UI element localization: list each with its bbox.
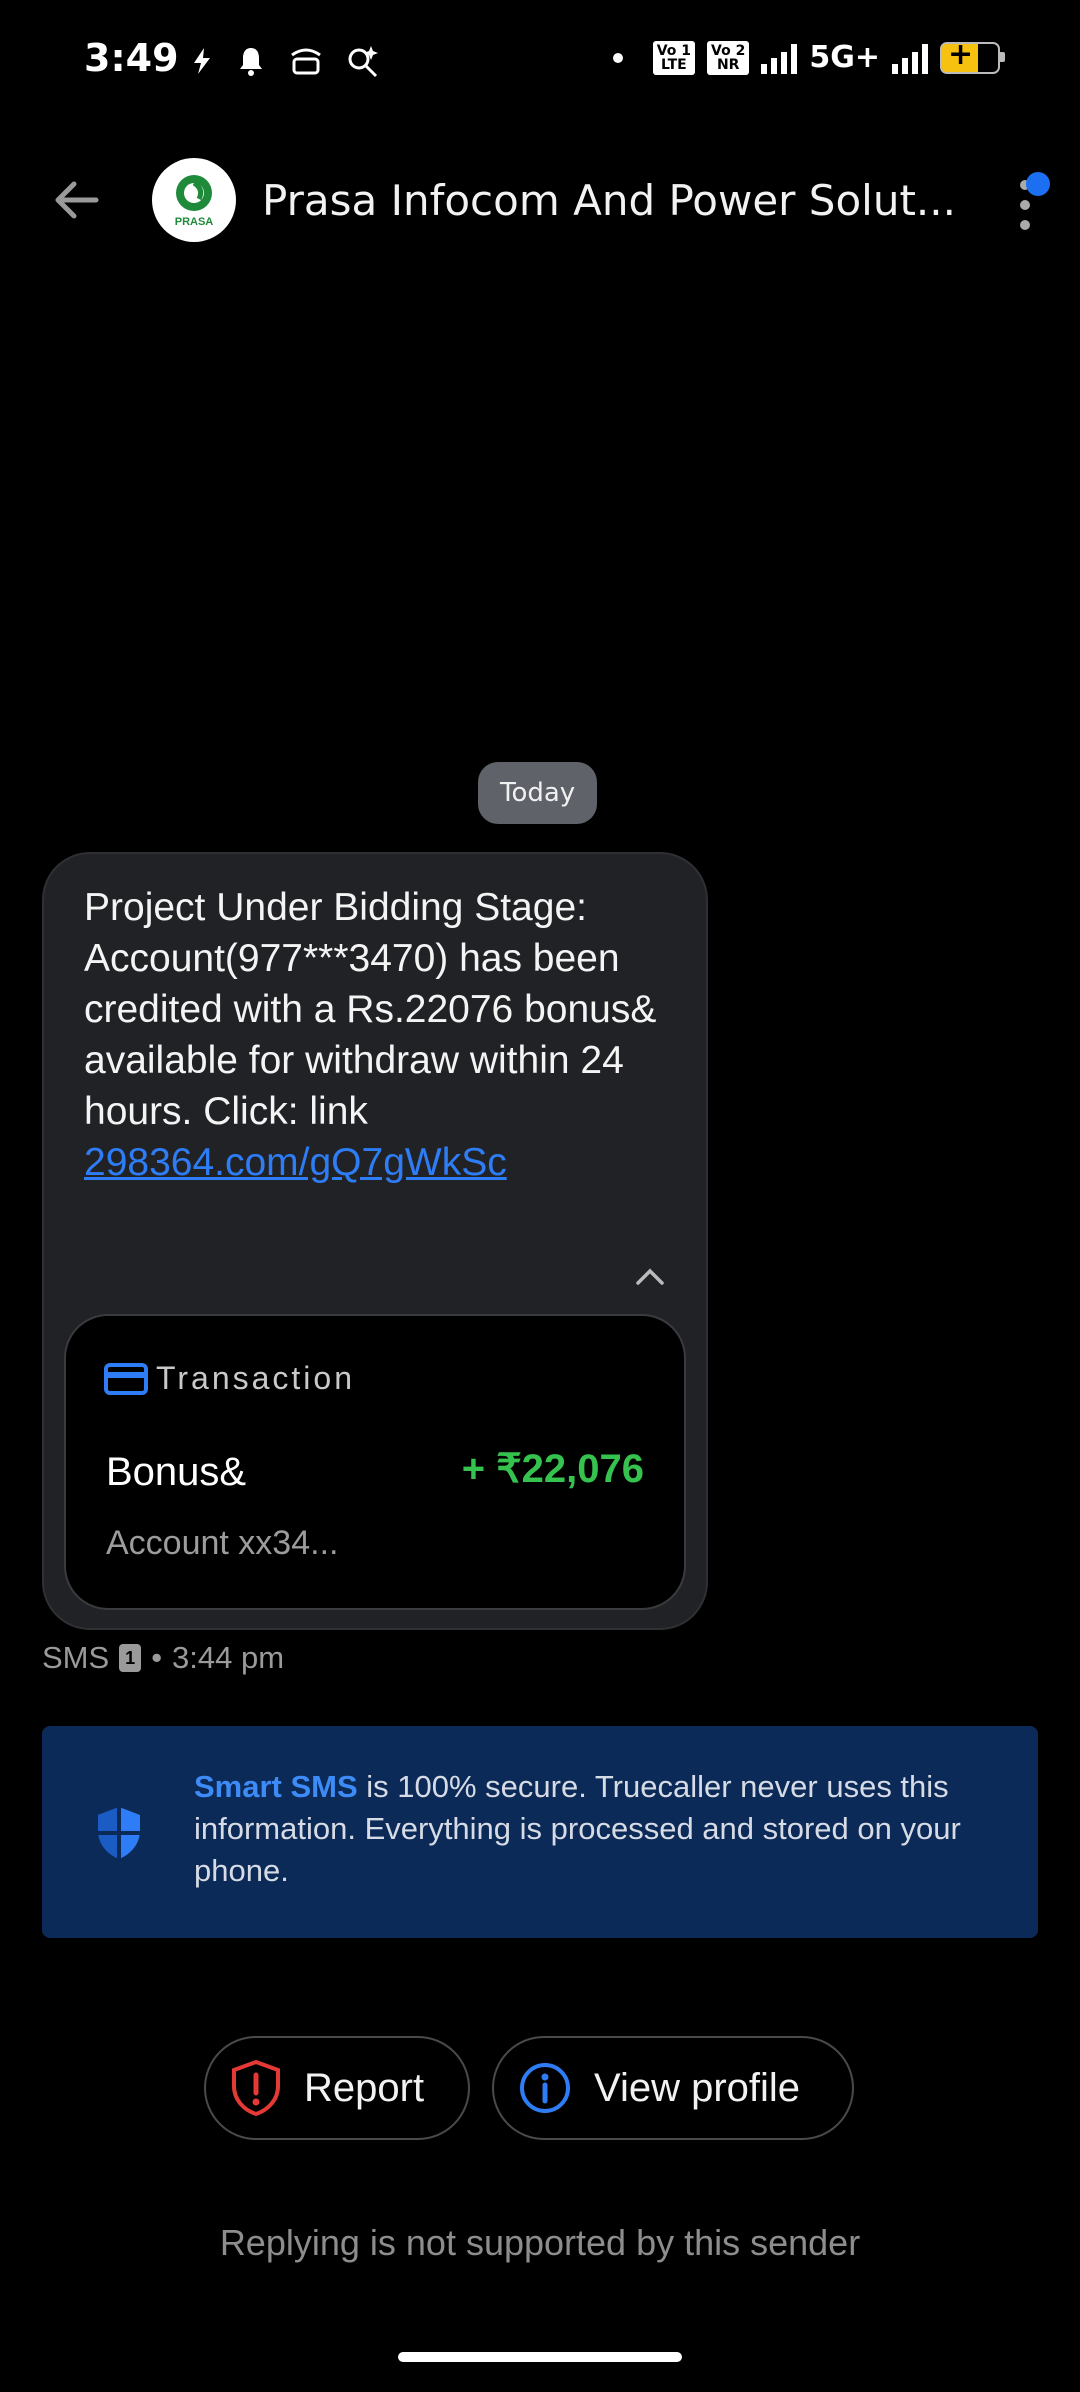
meta-separator: • <box>151 1640 163 1675</box>
status-right-icons: Vo 1 LTE Vo 2 NR 5G+ <box>612 37 1005 75</box>
more-dot <box>1020 200 1030 210</box>
view-profile-button[interactable]: View profile <box>492 2036 854 2140</box>
more-dot <box>1020 220 1030 230</box>
reply-not-supported-note: Replying is not supported by this sender <box>219 2222 861 2263</box>
app-header: PRASA Prasa Infocom And Power Solut... <box>0 140 1080 260</box>
search-sparkle-icon <box>348 46 378 78</box>
smart-sms-text: Smart SMS is 100% secure. Truecaller nev… <box>194 1766 1014 1892</box>
transaction-amount: + ₹22,076 <box>461 1447 644 1491</box>
status-left-icons <box>190 44 380 78</box>
home-indicator[interactable] <box>398 2352 682 2362</box>
collapse-button[interactable] <box>628 1254 672 1298</box>
status-time: 3:49 <box>84 36 179 80</box>
report-shield-icon <box>232 2059 280 2117</box>
message-time: 3:44 pm <box>172 1640 285 1675</box>
transaction-header: Transaction <box>104 1360 355 1397</box>
message-body: Project Under Bidding Stage: Account(977… <box>84 882 664 1188</box>
signal-icon-1 <box>761 42 798 74</box>
conversation-title: Prasa Infocom And Power Solut... <box>262 176 956 225</box>
dot-icon <box>612 52 623 63</box>
battery-icon <box>940 37 1005 74</box>
transaction-heading: Transaction <box>156 1360 355 1396</box>
network-type: 5G+ <box>809 40 880 75</box>
message-text: Project Under Bidding Stage: Account(977… <box>84 886 657 1133</box>
report-label: Report <box>304 2065 425 2110</box>
message-type: SMS <box>42 1640 110 1675</box>
smart-sms-banner: Smart SMS is 100% secure. Truecaller nev… <box>42 1726 1038 1938</box>
shield-icon <box>98 1807 140 1859</box>
bell-icon <box>240 48 262 76</box>
prasa-logo-icon: PRASA <box>175 175 214 228</box>
transaction-account: Account xx34... <box>106 1524 339 1562</box>
transaction-card[interactable]: Transaction Bonus& + ₹22,076 Account xx3… <box>64 1314 686 1610</box>
chevron-up-icon <box>636 1268 664 1285</box>
message-bubble[interactable]: Project Under Bidding Stage: Account(977… <box>42 852 708 1630</box>
date-separator: Today <box>478 762 598 824</box>
smart-sms-accent: Smart SMS <box>194 1769 358 1804</box>
more-options-button[interactable] <box>996 162 1056 242</box>
sender-avatar[interactable]: PRASA <box>152 158 236 242</box>
arrow-left-icon <box>55 181 99 219</box>
volte-2-icon: Vo 2 NR <box>707 40 750 75</box>
back-button[interactable] <box>46 170 106 230</box>
sim-badge-icon: 1 <box>119 1644 142 1672</box>
message-meta: SMS 1 • 3:44 pm <box>42 1640 284 1676</box>
avatar-text: PRASA <box>175 216 214 228</box>
view-profile-label: View profile <box>594 2065 801 2110</box>
status-bar: 3:49 Vo 1 LTE Vo 2 NR 5G+ <box>0 0 1080 125</box>
flash-icon <box>194 48 210 74</box>
transaction-name: Bonus& <box>106 1450 247 1494</box>
notification-badge <box>1026 172 1050 196</box>
info-icon <box>520 2063 570 2113</box>
volte-1-icon: Vo 1 LTE <box>652 40 696 75</box>
report-button[interactable]: Report <box>204 2036 470 2140</box>
signal-icon-2 <box>892 42 928 74</box>
cd-icon <box>291 48 321 75</box>
message-link[interactable]: 298364.com/gQ7gWkSc <box>84 1137 664 1188</box>
credit-card-icon <box>104 1362 148 1395</box>
